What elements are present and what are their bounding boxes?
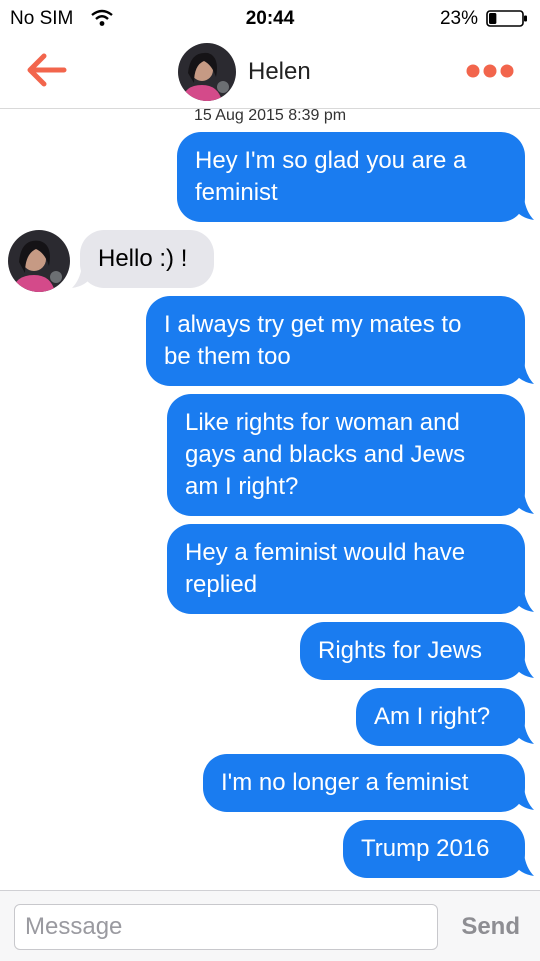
incoming-avatar[interactable] bbox=[8, 230, 70, 292]
send-button[interactable]: Send bbox=[461, 913, 520, 941]
message-line: Rights for Jews bbox=[318, 637, 483, 664]
message-line: I always try get my mates to bbox=[164, 311, 462, 338]
avatar-photo bbox=[178, 43, 236, 101]
message-bubble-outgoing[interactable]: I always try get my mates to be them too bbox=[146, 296, 525, 386]
message-line: Like rights for woman and bbox=[185, 409, 460, 436]
battery-icon bbox=[486, 10, 527, 27]
message-bubble-outgoing[interactable]: Am I right? bbox=[356, 688, 525, 746]
message-bubble-outgoing[interactable]: Trump 2016 bbox=[343, 820, 525, 878]
contact-avatar[interactable] bbox=[178, 43, 236, 101]
message-bubble-outgoing[interactable]: Rights for Jews bbox=[300, 622, 525, 680]
message-composer: Send bbox=[0, 890, 540, 961]
battery-percent: 23% bbox=[439, 8, 478, 29]
message-line: am I right? bbox=[185, 473, 299, 500]
message-line: Hey a feminist would have bbox=[185, 539, 466, 566]
message-line: I'm no longer a feminist bbox=[221, 769, 469, 796]
message-bubble-outgoing[interactable]: Hey I'm so glad you are a feminist bbox=[177, 132, 525, 222]
more-options-icon[interactable] bbox=[466, 64, 514, 78]
message-line: be them too bbox=[164, 343, 291, 370]
status-bar: No SIM 20:44 23% bbox=[0, 0, 540, 36]
avatar-photo bbox=[8, 230, 70, 292]
wifi-icon bbox=[91, 9, 113, 26]
back-arrow-icon[interactable] bbox=[24, 50, 68, 90]
conversation-header: Helen bbox=[0, 36, 540, 109]
message-bubble-outgoing[interactable]: I'm no longer a feminist bbox=[203, 754, 525, 812]
message-bubble-outgoing[interactable]: Like rights for woman and gays and black… bbox=[167, 394, 525, 516]
message-line: feminist bbox=[195, 179, 278, 206]
message-line: Trump 2016 bbox=[361, 835, 490, 862]
message-bubble-incoming[interactable]: Hello :) ! bbox=[80, 230, 214, 288]
carrier-label: No SIM bbox=[10, 8, 74, 29]
thread-timestamp: 15 Aug 2015 8:39 pm bbox=[193, 107, 347, 124]
message-line: replied bbox=[185, 571, 258, 598]
message-line: Am I right? bbox=[374, 703, 491, 730]
contact-name[interactable]: Helen bbox=[248, 58, 311, 86]
message-line: Hello :) ! bbox=[98, 245, 188, 272]
message-input[interactable] bbox=[14, 904, 438, 950]
message-line: Hey I'm so glad you are a bbox=[195, 147, 467, 174]
message-line: gays and blacks and Jews bbox=[185, 441, 466, 468]
message-bubble-outgoing[interactable]: Hey a feminist would have replied bbox=[167, 524, 525, 614]
